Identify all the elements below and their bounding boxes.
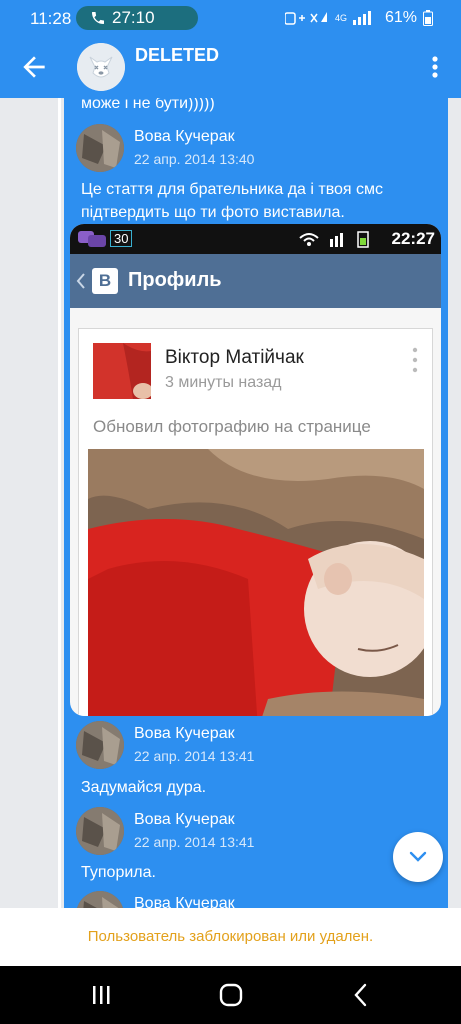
attachment-bar-title: Профиль xyxy=(128,269,222,291)
chevron-left-icon xyxy=(76,273,85,289)
message-fragment: може і не бути))))) xyxy=(81,98,215,112)
system-nav-bar xyxy=(0,966,461,1024)
message-text: Тупорила. xyxy=(81,864,156,881)
post-status: Обновил фотографию на странице xyxy=(93,417,371,436)
nav-back-icon[interactable] xyxy=(346,981,376,1009)
attachment-app-bar: B Профиль xyxy=(70,254,441,308)
avatar[interactable] xyxy=(76,124,124,172)
post-photo xyxy=(88,449,424,716)
post-card: Віктор Матійчак 3 минуты назад Обновил ф… xyxy=(78,328,433,716)
home-icon[interactable] xyxy=(216,981,246,1009)
message-time: 22 апр. 2014 13:41 xyxy=(134,748,255,764)
message-list[interactable]: може і не бути))))) Вова Кучерак 22 апр.… xyxy=(0,98,461,908)
status-bar: 11:28 27:10 4G 61% xyxy=(0,0,461,36)
chat-title[interactable]: DELETED xyxy=(135,45,219,66)
message-text: Задумайся дура. xyxy=(81,779,207,796)
avatar[interactable] xyxy=(76,721,124,769)
post-time: 3 минуты назад xyxy=(165,374,282,391)
back-arrow-icon[interactable] xyxy=(18,51,50,83)
message-time: 22 апр. 2014 13:40 xyxy=(134,151,255,167)
status-time: 11:28 xyxy=(30,9,72,28)
message-time: 22 апр. 2014 13:41 xyxy=(134,834,255,850)
call-duration: 27:10 xyxy=(112,8,155,27)
battery-percent: 61% xyxy=(384,9,417,26)
thread-line xyxy=(58,98,61,908)
scroll-down-button[interactable] xyxy=(393,832,443,882)
message-author[interactable]: Вова Кучерак xyxy=(134,811,235,829)
attachment-time: 22:27 xyxy=(391,229,435,248)
attachment-status-icons xyxy=(299,231,369,248)
overflow-menu-icon[interactable] xyxy=(425,52,445,82)
message-text: Це стаття для брательника да і твоя смс … xyxy=(81,181,384,221)
signal-icon xyxy=(352,11,371,25)
phone-icon xyxy=(92,12,104,24)
chevron-down-icon xyxy=(409,851,427,862)
deleted-user-avatar[interactable] xyxy=(77,43,125,91)
vk-logo: B xyxy=(92,268,118,294)
blocked-notice: Пользователь заблокирован или удален. xyxy=(0,908,461,966)
post-thumbnail xyxy=(93,343,151,399)
attachment-status-bar: 30 22:27 xyxy=(70,224,441,254)
message-author[interactable]: Вова Кучерак xyxy=(134,725,235,743)
message-author[interactable]: Вова Кучерак xyxy=(134,895,235,908)
deleted-dog-icon xyxy=(77,43,125,91)
post-menu-icon xyxy=(412,347,418,373)
message-author[interactable]: Вова Кучерак xyxy=(134,128,235,146)
ongoing-call-chip[interactable]: 27:10 xyxy=(76,6,198,30)
battery-icon xyxy=(423,10,433,26)
avatar[interactable] xyxy=(76,807,124,855)
wifi-signal-icon xyxy=(284,12,327,25)
status-icons: 4G 61% xyxy=(284,9,433,27)
recents-icon[interactable] xyxy=(86,981,116,1009)
chat-bubble-icon xyxy=(78,231,106,247)
chat-app-bar: DELETED xyxy=(0,36,461,98)
attachment-badge: 30 xyxy=(110,230,133,247)
post-author: Віктор Матійчак xyxy=(165,347,304,368)
attached-screenshot[interactable]: 30 22:27 B Профиль Віктор Матійчак 3 мин… xyxy=(70,224,441,716)
network-type: 4G xyxy=(334,12,347,23)
